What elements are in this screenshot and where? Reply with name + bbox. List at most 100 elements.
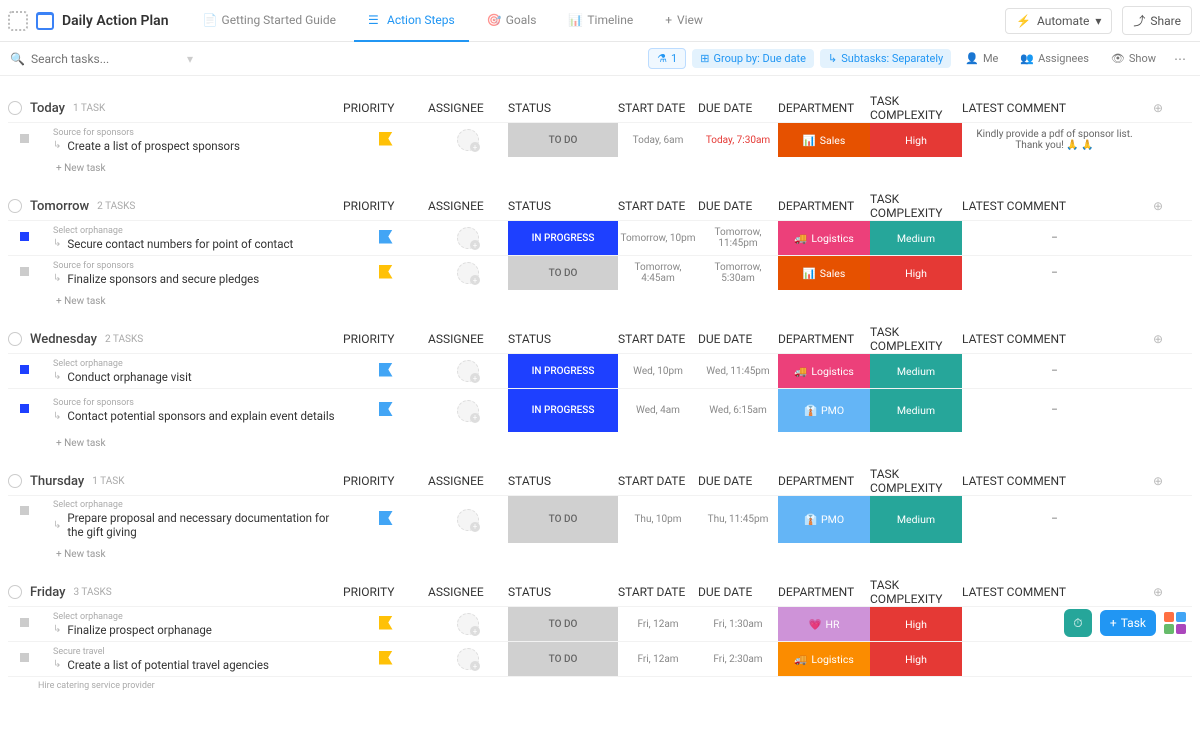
status-square[interactable] xyxy=(20,506,29,515)
due-date[interactable]: Tomorrow, 11:45pm xyxy=(698,227,778,249)
start-date[interactable]: Fri, 12am xyxy=(618,619,698,630)
complexity-tag[interactable]: High xyxy=(870,256,962,290)
app-menu-icon[interactable] xyxy=(8,11,28,31)
task-row[interactable]: Source for sponsors ↳Contact potential s… xyxy=(8,388,1192,432)
status-badge[interactable]: TO DO xyxy=(508,642,618,676)
status-badge[interactable]: TO DO xyxy=(508,496,618,543)
priority-flag[interactable] xyxy=(379,363,393,377)
chevron-down-icon[interactable]: ▾ xyxy=(187,52,193,66)
assignee-avatar[interactable] xyxy=(457,129,479,151)
department-tag[interactable]: 🚚Logistics xyxy=(778,642,870,676)
show-chip[interactable]: 👁Show xyxy=(1103,49,1164,68)
due-date[interactable]: Tomorrow, 5:30am xyxy=(698,262,778,284)
tab-timeline[interactable]: 📊Timeline xyxy=(554,0,647,42)
priority-flag[interactable] xyxy=(379,511,393,525)
complexity-tag[interactable]: High xyxy=(870,642,962,676)
apps-button[interactable] xyxy=(1164,612,1186,634)
complexity-tag[interactable]: Medium xyxy=(870,354,962,388)
status-square[interactable] xyxy=(20,404,29,413)
tab-action-steps[interactable]: ☰Action Steps xyxy=(354,0,469,42)
department-tag[interactable]: 📊Sales xyxy=(778,256,870,290)
department-tag[interactable]: 💗HR xyxy=(778,607,870,641)
start-date[interactable]: Wed, 10pm xyxy=(618,366,698,377)
collapse-toggle[interactable] xyxy=(8,199,22,213)
status-badge[interactable]: TO DO xyxy=(508,256,618,290)
task-row[interactable]: Source for sponsors ↳Finalize sponsors a… xyxy=(8,255,1192,290)
new-task-button[interactable]: +Task xyxy=(1100,610,1156,636)
status-badge[interactable]: IN PROGRESS xyxy=(508,221,618,255)
subtasks-chip[interactable]: ↳Subtasks: Separately xyxy=(820,49,951,68)
start-date[interactable]: Wed, 4am xyxy=(618,405,698,416)
department-tag[interactable]: 📊Sales xyxy=(778,123,870,157)
assignee-avatar[interactable] xyxy=(457,360,479,382)
search-input[interactable] xyxy=(31,52,131,66)
task-row[interactable]: Source for sponsors ↳Create a list of pr… xyxy=(8,122,1192,157)
new-task-link[interactable]: + New task xyxy=(8,543,1192,560)
tab-goals[interactable]: 🎯Goals xyxy=(473,0,551,42)
task-title[interactable]: ↳Finalize sponsors and secure pledges xyxy=(53,272,343,286)
complexity-tag[interactable]: Medium xyxy=(870,389,962,432)
due-date[interactable]: Wed, 11:45pm xyxy=(698,366,778,377)
department-tag[interactable]: 🚚Logistics xyxy=(778,221,870,255)
status-badge[interactable]: TO DO xyxy=(508,607,618,641)
tab-getting-started[interactable]: 📄Getting Started Guide xyxy=(189,0,350,42)
status-square[interactable] xyxy=(20,134,29,143)
task-row[interactable]: Select orphanage ↳Finalize prospect orph… xyxy=(8,606,1192,641)
me-chip[interactable]: 👤Me xyxy=(957,49,1006,68)
new-task-link[interactable]: + New task xyxy=(8,290,1192,307)
priority-flag[interactable] xyxy=(379,402,393,416)
task-row[interactable]: Secure travel ↳Create a list of potentia… xyxy=(8,641,1192,676)
add-column[interactable]: ⊕ xyxy=(1147,474,1167,488)
collapse-toggle[interactable] xyxy=(8,474,22,488)
assignee-avatar[interactable] xyxy=(457,509,479,531)
status-badge[interactable]: IN PROGRESS xyxy=(508,354,618,388)
priority-flag[interactable] xyxy=(379,651,393,665)
collapse-toggle[interactable] xyxy=(8,585,22,599)
due-date[interactable]: Today, 7:30am xyxy=(698,135,778,146)
automate-button[interactable]: ⚡Automate▾ xyxy=(1005,8,1112,34)
assignee-avatar[interactable] xyxy=(457,262,479,284)
task-title[interactable]: ↳Create a list of prospect sponsors xyxy=(53,139,343,153)
record-button[interactable]: ⏱ xyxy=(1064,609,1092,637)
start-date[interactable]: Today, 6am xyxy=(618,135,698,146)
complexity-tag[interactable]: Medium xyxy=(870,496,962,543)
status-square[interactable] xyxy=(20,653,29,662)
add-column[interactable]: ⊕ xyxy=(1147,332,1167,346)
due-date[interactable]: Wed, 6:15am xyxy=(698,405,778,416)
priority-flag[interactable] xyxy=(379,616,393,630)
add-column[interactable]: ⊕ xyxy=(1147,585,1167,599)
filter-chip[interactable]: ⚗1 xyxy=(648,48,686,69)
task-row[interactable]: Select orphanage ↳Secure contact numbers… xyxy=(8,220,1192,255)
task-row[interactable]: Select orphanage ↳Prepare proposal and n… xyxy=(8,495,1192,543)
status-square[interactable] xyxy=(20,618,29,627)
new-task-link[interactable]: + New task xyxy=(8,432,1192,449)
assignee-avatar[interactable] xyxy=(457,648,479,670)
status-badge[interactable]: IN PROGRESS xyxy=(508,389,618,432)
due-date[interactable]: Fri, 2:30am xyxy=(698,654,778,665)
start-date[interactable]: Tomorrow, 4:45am xyxy=(618,262,698,284)
assignees-chip[interactable]: 👥Assignees xyxy=(1012,49,1097,68)
status-square[interactable] xyxy=(20,365,29,374)
task-row[interactable]: Select orphanage ↳Conduct orphanage visi… xyxy=(8,353,1192,388)
status-square[interactable] xyxy=(20,267,29,276)
status-badge[interactable]: TO DO xyxy=(508,123,618,157)
task-title[interactable]: ↳Contact potential sponsors and explain … xyxy=(53,409,343,423)
complexity-tag[interactable]: High xyxy=(870,607,962,641)
assignee-avatar[interactable] xyxy=(457,400,479,422)
collapse-toggle[interactable] xyxy=(8,332,22,346)
priority-flag[interactable] xyxy=(379,265,393,279)
due-date[interactable]: Fri, 1:30am xyxy=(698,619,778,630)
task-title[interactable]: ↳Finalize prospect orphanage xyxy=(53,623,343,637)
start-date[interactable]: Thu, 10pm xyxy=(618,514,698,525)
status-square[interactable] xyxy=(20,232,29,241)
complexity-tag[interactable]: High xyxy=(870,123,962,157)
task-title[interactable]: ↳Create a list of potential travel agenc… xyxy=(53,658,343,672)
new-task-link[interactable]: + New task xyxy=(8,157,1192,174)
start-date[interactable]: Fri, 12am xyxy=(618,654,698,665)
due-date[interactable]: Thu, 11:45pm xyxy=(698,514,778,525)
complexity-tag[interactable]: Medium xyxy=(870,221,962,255)
priority-flag[interactable] xyxy=(379,132,393,146)
task-title[interactable]: ↳Prepare proposal and necessary document… xyxy=(53,511,343,539)
assignee-avatar[interactable] xyxy=(457,227,479,249)
more-icon[interactable]: ⋯ xyxy=(1170,52,1190,66)
